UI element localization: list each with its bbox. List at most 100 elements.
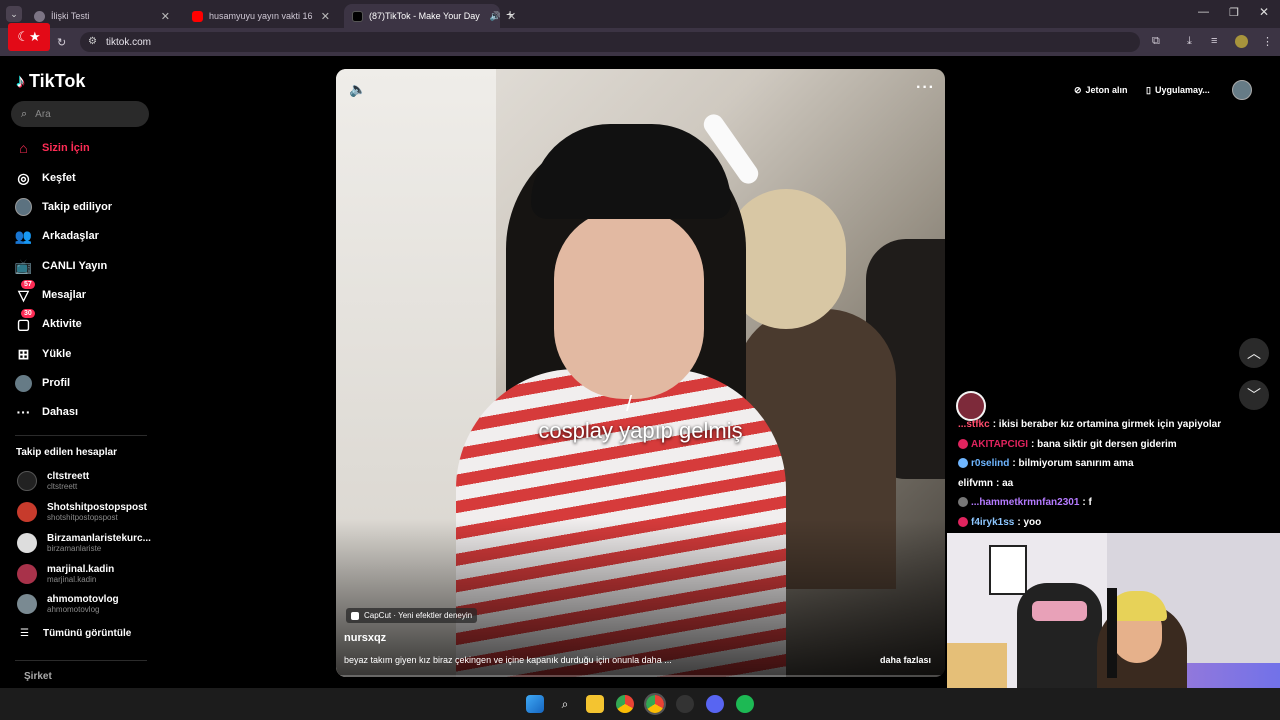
badge-icon bbox=[958, 458, 968, 468]
video-description: beyaz takım giyen kız biraz çekingen ve … bbox=[344, 655, 672, 665]
compass-icon: ◎ bbox=[17, 169, 30, 186]
account-name: cltstreett bbox=[47, 470, 90, 482]
chat-user: elifvmn bbox=[958, 477, 994, 489]
close-window-icon[interactable]: ✕ bbox=[1259, 5, 1269, 19]
following-avatar-icon bbox=[15, 198, 32, 216]
webcam-poster bbox=[989, 545, 1027, 595]
tab-search-button[interactable]: ⌄ bbox=[6, 6, 22, 22]
chat-user: ...stfkc bbox=[958, 418, 990, 430]
close-tab-icon[interactable]: ✕ bbox=[161, 10, 170, 23]
chevron-down-icon: ﹀ bbox=[1247, 387, 1261, 403]
nav-item-following[interactable]: Takip ediliyor bbox=[15, 196, 112, 218]
search-placeholder: Ara bbox=[35, 108, 51, 120]
profile-avatar-icon[interactable] bbox=[1235, 35, 1248, 48]
messages-icon: ▽ 57 bbox=[15, 279, 35, 304]
get-coins-button[interactable]: ⊘ Jeton alın bbox=[1074, 80, 1128, 100]
home-icon: ⌂ bbox=[19, 140, 28, 156]
chat-user: r0selind bbox=[971, 457, 1010, 469]
nav-label: Profil bbox=[42, 377, 71, 389]
following-account[interactable]: Shotshitpostopspost shotshitpostopspost bbox=[17, 498, 147, 526]
account-name: ahmomotovlog bbox=[47, 593, 119, 605]
profile-avatar[interactable] bbox=[1232, 80, 1252, 100]
search-icon[interactable]: ⌕ bbox=[556, 695, 574, 713]
video-player[interactable]: / cosplay yapıp gelmiş 🔈 ··· CapCut · Ye… bbox=[336, 69, 945, 677]
browser-tab[interactable]: husamyuyu yayın vakti 16 - You ✕ bbox=[184, 4, 338, 28]
search-input[interactable]: ⌕ Ara bbox=[11, 101, 149, 127]
chrome-icon[interactable] bbox=[616, 695, 634, 713]
chat-message: AKITAPCIGI: bana siktir git dersen gider… bbox=[958, 436, 1177, 452]
phone-icon: ▯ bbox=[1146, 84, 1151, 95]
media-controls-icon[interactable]: ≡ bbox=[1211, 35, 1217, 47]
extensions-icon[interactable]: ⧉ bbox=[1152, 35, 1160, 48]
volume-icon[interactable]: 🔈 bbox=[349, 81, 366, 98]
new-tab-icon[interactable]: + bbox=[506, 6, 514, 22]
more-options-icon[interactable]: ··· bbox=[916, 79, 935, 97]
see-more-link[interactable]: daha fazlası bbox=[880, 655, 931, 665]
badge-icon bbox=[958, 497, 968, 507]
url-field[interactable]: ⚙ tiktok.com bbox=[80, 32, 1140, 52]
windows-taskbar: ⌕ bbox=[0, 688, 1280, 720]
nav-label: Arkadaşlar bbox=[42, 230, 99, 242]
following-account[interactable]: Birzamanlaristekurc... birzamanlariste bbox=[17, 529, 151, 557]
divider bbox=[15, 435, 147, 436]
chat-message: r0selind: bilmiyorum sanırım ama bbox=[958, 455, 1134, 471]
reload-icon[interactable]: ↻ bbox=[57, 36, 66, 49]
windows-start-icon[interactable] bbox=[526, 695, 544, 713]
footer-company-link[interactable]: Şirket bbox=[24, 671, 52, 682]
chrome-menu-icon[interactable]: ⋮ bbox=[1262, 35, 1273, 48]
chat-text: ikisi beraber kız ortamina girmek için y… bbox=[998, 418, 1222, 430]
video-caption: cosplay yapıp gelmiş bbox=[538, 418, 743, 443]
account-handle: ahmomotovlog bbox=[47, 604, 100, 614]
messages-badge: 57 bbox=[21, 279, 35, 289]
following-account[interactable]: ahmomotovlog ahmomotovlog bbox=[17, 590, 119, 618]
account-handle: shotshitpostopspost bbox=[47, 512, 118, 522]
minimize-icon[interactable]: — bbox=[1198, 6, 1209, 18]
capcut-anchor[interactable]: CapCut · Yeni efektler deneyin bbox=[346, 608, 478, 623]
chat-message: ...stfkc: ikisi beraber kız ortamina gir… bbox=[958, 418, 1222, 430]
chat-text: bana siktir git dersen giderim bbox=[1037, 438, 1177, 450]
github-icon[interactable] bbox=[676, 695, 694, 713]
coins-label: Jeton alın bbox=[1085, 85, 1128, 95]
chrome-active-icon[interactable] bbox=[644, 693, 666, 715]
see-all-following-button[interactable]: ☰ Tümünü görüntüle bbox=[20, 628, 131, 639]
restore-icon[interactable]: ❐ bbox=[1229, 6, 1239, 19]
nav-item-explore[interactable]: ◎ Keşfet bbox=[15, 167, 75, 189]
nav-item-friends[interactable]: 👥 Arkadaşlar bbox=[15, 225, 99, 247]
chat-message: f4iryk1ss: yoo bbox=[958, 514, 1041, 530]
browser-tab-active[interactable]: (87)TikTok - Make Your Day 🔊 ✕ bbox=[344, 4, 516, 28]
nav-item-activity[interactable]: ▢ 30 Aktivite bbox=[15, 308, 82, 335]
following-account[interactable]: marjinal.kadin marjinal.kadin bbox=[17, 560, 114, 588]
nav-label: Aktivite bbox=[42, 318, 82, 330]
activity-badge: 30 bbox=[21, 308, 35, 318]
video-author[interactable]: nursxqz bbox=[344, 632, 386, 644]
close-tab-icon[interactable]: ✕ bbox=[321, 10, 330, 23]
more-dots-icon: ··· bbox=[16, 404, 31, 420]
list-icon: ☰ bbox=[20, 628, 29, 639]
download-icon[interactable]: ⤓ bbox=[1187, 35, 1192, 48]
nav-item-messages[interactable]: ▽ 57 Mesajlar bbox=[15, 279, 86, 306]
app-label: Uygulamay... bbox=[1154, 85, 1210, 95]
site-info-icon[interactable]: ⚙ bbox=[88, 36, 97, 47]
get-app-button[interactable]: ▯ Uygulamay... bbox=[1146, 80, 1210, 100]
audio-playing-icon[interactable]: 🔊 bbox=[490, 11, 501, 22]
nav-item-more[interactable]: ··· Dahası bbox=[15, 401, 79, 423]
tiktok-logo[interactable]: ♪ TikTok bbox=[16, 71, 85, 92]
video-frame-face bbox=[554, 209, 704, 399]
url-text: tiktok.com bbox=[106, 36, 152, 48]
file-explorer-icon[interactable] bbox=[586, 695, 604, 713]
following-account[interactable]: cltstreett cltstreett bbox=[17, 467, 89, 495]
previous-video-button[interactable]: ︿ bbox=[1239, 338, 1269, 368]
next-video-button[interactable]: ﹀ bbox=[1239, 380, 1269, 410]
account-name: Birzamanlaristekurc... bbox=[47, 532, 151, 544]
video-progress-bar[interactable] bbox=[336, 675, 945, 677]
nav-item-for-you[interactable]: ⌂ Sizin İçin bbox=[15, 137, 89, 159]
nav-label: CANLI Yayın bbox=[42, 260, 108, 272]
spotify-icon[interactable] bbox=[736, 695, 754, 713]
nav-item-upload[interactable]: ⊞ Yükle bbox=[15, 343, 72, 365]
nav-item-live[interactable]: 📺 CANLI Yayın bbox=[15, 255, 107, 277]
chat-text: bilmiyorum sanırım ama bbox=[1018, 457, 1134, 469]
nav-item-profile[interactable]: Profil bbox=[15, 372, 70, 394]
video-bottom-gradient bbox=[336, 519, 945, 677]
discord-icon[interactable] bbox=[706, 695, 724, 713]
globe-icon bbox=[34, 10, 45, 22]
